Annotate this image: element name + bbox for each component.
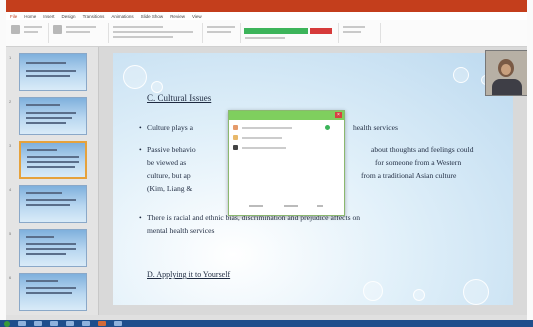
bullet-text: about thoughts and feelings could (371, 145, 474, 154)
font-group (110, 23, 203, 43)
ribbon-tabs: File Home Insert Design Transitions Anim… (6, 12, 527, 20)
slide-thumbnails-pane: 1 2 3 4 5 6 (6, 47, 99, 315)
presenter-face (501, 64, 511, 75)
bullet-text: Culture plays a (147, 123, 193, 132)
bullet-text: be viewed as (147, 158, 187, 167)
bullet-text: (Kim, Liang & (147, 184, 193, 193)
bullet-text: from a traditional Asian culture (361, 171, 457, 180)
bullet-text: Passive behavio (147, 145, 196, 154)
water-drop-decoration (463, 279, 489, 305)
tab-animations[interactable]: Animations (111, 14, 133, 19)
slide-thumbnail-selected[interactable] (19, 141, 87, 179)
taskbar-app-icon[interactable] (50, 321, 58, 326)
taskbar-app-icon[interactable] (82, 321, 90, 326)
bullet-dot: • (139, 213, 142, 222)
tab-view[interactable]: View (192, 14, 202, 19)
close-icon[interactable]: × (335, 112, 342, 118)
dialog-title-bar[interactable]: × (229, 111, 344, 120)
slide-thumbnail[interactable] (19, 185, 87, 223)
participant-row[interactable] (233, 134, 340, 142)
dialog-button[interactable] (249, 205, 263, 207)
participants-dialog[interactable]: × (228, 110, 345, 216)
dialog-button[interactable] (317, 205, 323, 207)
tab-transitions[interactable]: Transitions (83, 14, 105, 19)
webcam-video[interactable] (485, 50, 527, 96)
water-drop-decoration (363, 281, 383, 301)
water-drop-decoration (123, 65, 147, 89)
taskbar-app-icon[interactable] (66, 321, 74, 326)
title-bar (6, 0, 527, 12)
tab-home[interactable]: Home (24, 14, 36, 19)
thumbnail-number: 5 (9, 231, 12, 236)
participant-icon (233, 145, 238, 150)
thumbnail-number: 4 (9, 187, 12, 192)
thumbnail-number: 1 (9, 55, 12, 60)
water-drop-decoration (413, 289, 425, 301)
slide-thumbnail[interactable] (19, 229, 87, 267)
bullet-dot: • (139, 145, 142, 154)
paragraph-group (204, 23, 241, 43)
tab-review[interactable]: Review (170, 14, 185, 19)
tab-design[interactable]: Design (62, 14, 76, 19)
slide-thumbnail[interactable] (19, 53, 87, 91)
water-drop-decoration (151, 81, 163, 93)
taskbar-app-icon[interactable] (114, 321, 122, 326)
water-drop-decoration (453, 67, 469, 83)
participant-row[interactable] (233, 124, 340, 132)
sharing-banner[interactable] (244, 28, 308, 34)
participant-icon (233, 125, 238, 130)
bullet-dot: • (139, 123, 142, 132)
stop-sharing-button[interactable] (310, 28, 332, 34)
slide-thumbnail[interactable] (19, 273, 87, 311)
presenter-body (492, 79, 522, 95)
presentation-window: File Home Insert Design Transitions Anim… (6, 0, 527, 327)
editing-group (340, 23, 381, 43)
bullet-text: culture, but ap (147, 171, 191, 180)
paste-icon[interactable] (11, 25, 20, 34)
windows-taskbar (0, 320, 533, 327)
thumbnail-number: 6 (9, 275, 12, 280)
slides-group (50, 23, 109, 43)
tab-file[interactable]: File (10, 14, 17, 19)
bullet-text: for someone from a Western (375, 158, 462, 167)
dialog-button[interactable] (284, 205, 298, 207)
participant-icon (233, 135, 238, 140)
status-icon (325, 125, 330, 130)
bullet-text: mental health services (147, 226, 215, 235)
thumbnail-number: 2 (9, 99, 12, 104)
powerpoint-taskbar-icon[interactable] (98, 321, 106, 326)
thumbnail-number: 3 (9, 143, 12, 148)
tab-insert[interactable]: Insert (43, 14, 54, 19)
slide-subheading: D. Applying it to Yourself (147, 270, 231, 279)
start-button-icon[interactable] (4, 320, 10, 327)
taskbar-app-icon[interactable] (18, 321, 26, 326)
taskbar-app-icon[interactable] (34, 321, 42, 326)
participant-row[interactable] (233, 144, 340, 152)
tab-slide-show[interactable]: Slide Show (141, 14, 164, 19)
slide-heading: C. Cultural Issues (147, 93, 212, 103)
slide-thumbnail[interactable] (19, 97, 87, 135)
bullet-text: health services (353, 123, 398, 132)
new-slide-icon[interactable] (53, 25, 62, 34)
clipboard-group (8, 23, 49, 43)
